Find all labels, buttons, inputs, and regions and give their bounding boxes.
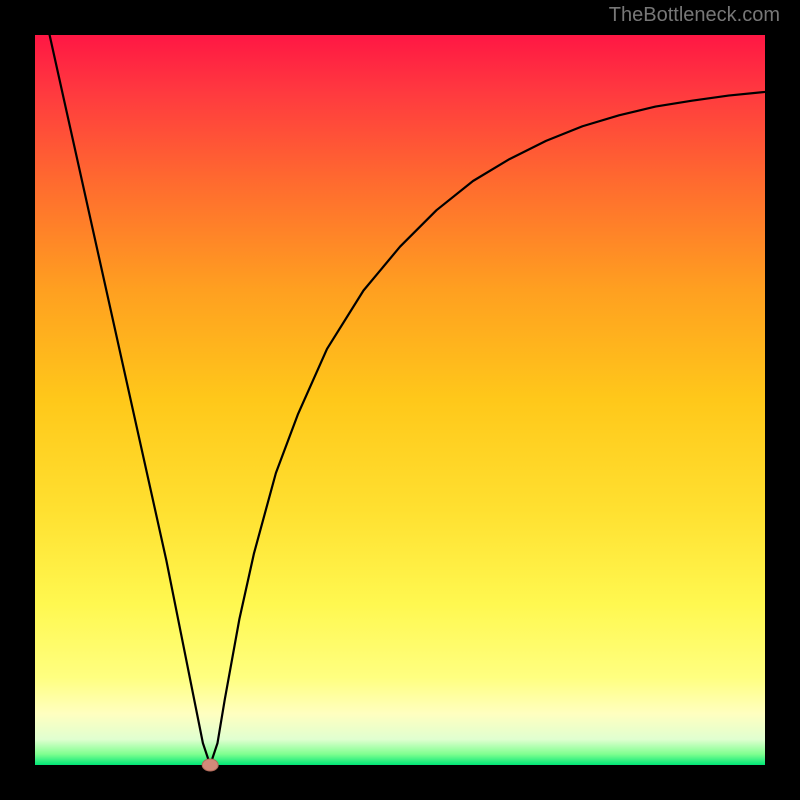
watermark-text: TheBottleneck.com [609,4,780,27]
plot-background [35,35,765,765]
bottleneck-chart [0,0,800,800]
chart-container: TheBottleneck.com [0,0,800,800]
vertex-marker [202,759,218,771]
